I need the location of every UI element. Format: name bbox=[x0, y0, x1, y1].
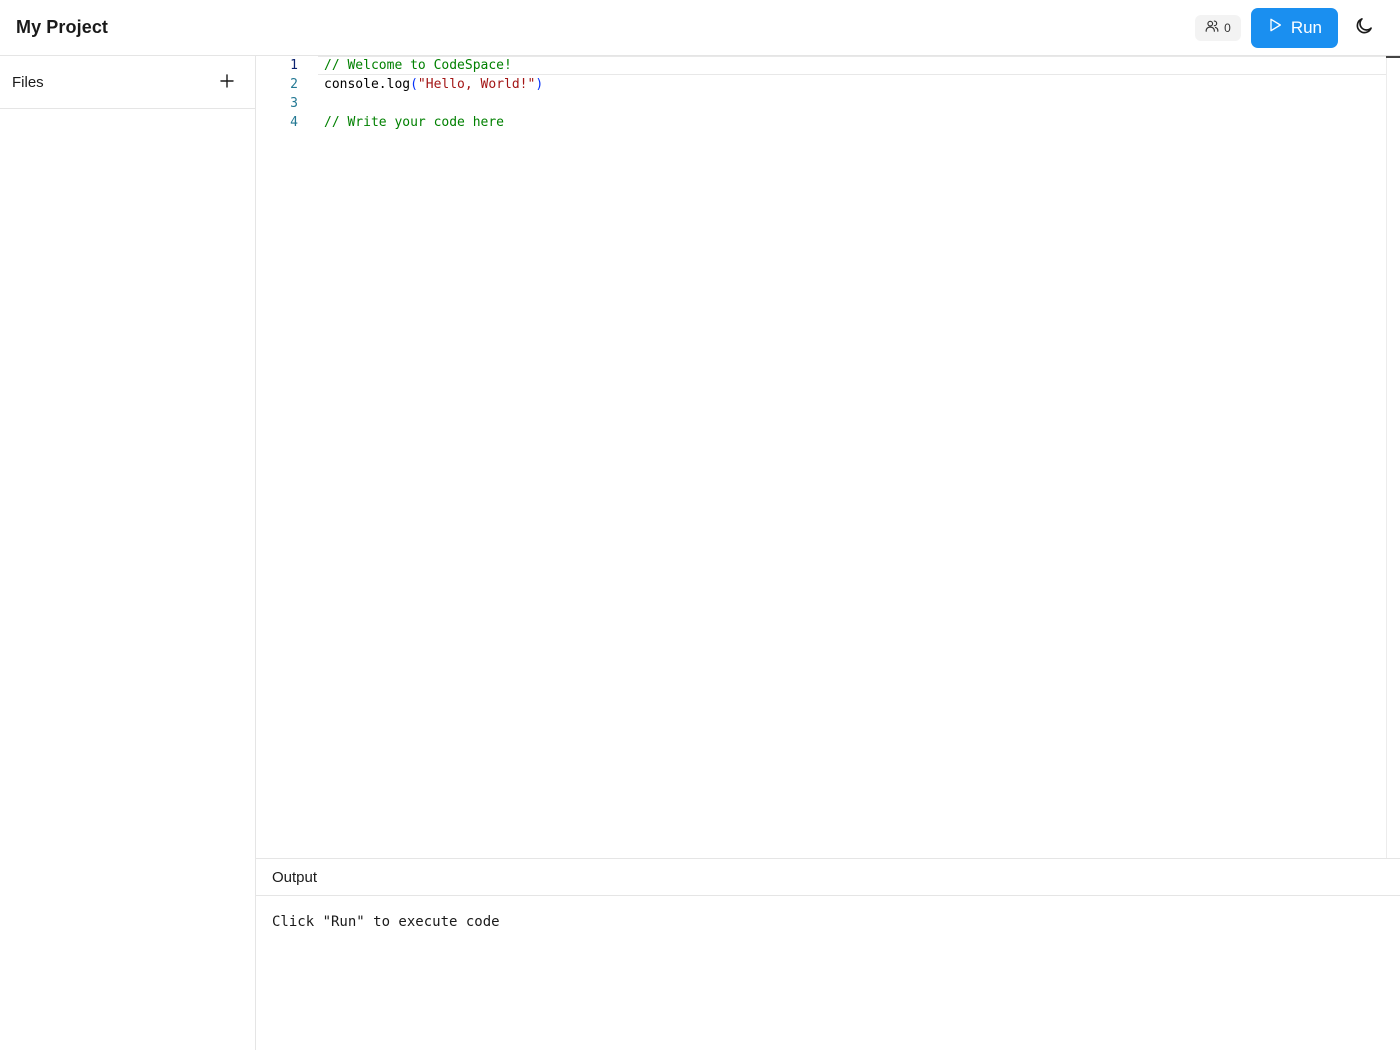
output-title: Output bbox=[256, 859, 1400, 896]
code-token-plain: console.log bbox=[324, 77, 411, 92]
theme-toggle-button[interactable] bbox=[1344, 8, 1384, 48]
line-number: 2 bbox=[290, 77, 298, 92]
run-button[interactable]: Run bbox=[1250, 7, 1338, 48]
code-token-comment: // Welcome to CodeSpace! bbox=[324, 58, 512, 73]
output-panel: Output Click "Run" to execute code bbox=[256, 858, 1400, 1050]
run-button-label: Run bbox=[1290, 17, 1322, 37]
sidebar-header: Files bbox=[0, 56, 255, 109]
line-number: 1 bbox=[290, 58, 298, 73]
project-title: My Project bbox=[16, 17, 109, 37]
file-sidebar: Files bbox=[0, 56, 256, 1050]
line-number: 4 bbox=[290, 115, 298, 130]
code-line[interactable]: console.log("Hello, World!") bbox=[324, 75, 543, 94]
editor-scrollbar[interactable] bbox=[1386, 56, 1400, 858]
code-token-comment: // Write your code here bbox=[324, 115, 505, 130]
online-users-badge[interactable]: 0 bbox=[1195, 14, 1241, 41]
code-line[interactable]: // Write your code here bbox=[324, 113, 504, 132]
play-icon bbox=[1267, 17, 1283, 38]
line-number: 3 bbox=[290, 96, 298, 111]
code-token-string: "Hello, World!" bbox=[417, 77, 536, 92]
plus-icon bbox=[220, 73, 234, 91]
add-file-button[interactable] bbox=[215, 70, 239, 94]
moon-icon bbox=[1354, 16, 1374, 39]
header-actions: 0 Run bbox=[1195, 7, 1384, 48]
app-header: My Project 0 Run bbox=[0, 0, 1400, 56]
sidebar-title: Files bbox=[12, 73, 44, 91]
code-token-paren: ) bbox=[535, 77, 544, 92]
users-icon bbox=[1205, 19, 1219, 36]
code-editor[interactable]: 1 2 3 4 // Welcome to CodeSpace! console… bbox=[256, 56, 1400, 858]
users-count: 0 bbox=[1224, 20, 1231, 35]
code-token-paren: ( bbox=[410, 77, 418, 92]
output-message: Click "Run" to execute code bbox=[272, 914, 500, 930]
scrollbar-cursor-marker bbox=[1386, 56, 1400, 58]
code-line[interactable]: // Welcome to CodeSpace! bbox=[324, 56, 512, 75]
